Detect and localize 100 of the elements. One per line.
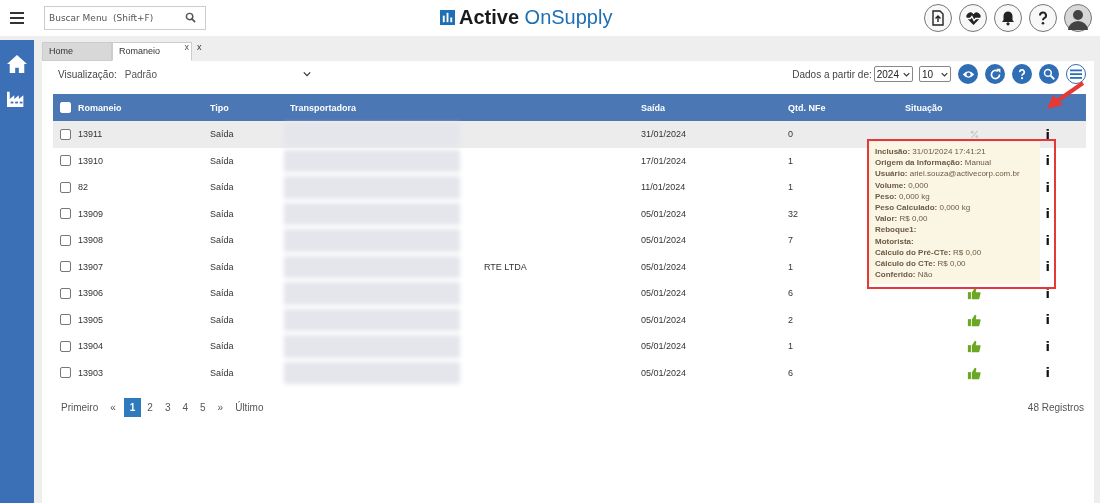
info-button[interactable]: i — [1045, 206, 1050, 222]
annotation-arrow — [1045, 81, 1085, 111]
tooltip-line: Cálculo do Pré-CTe: R$ 0,00 — [875, 246, 983, 259]
refresh-button[interactable] — [985, 64, 1005, 84]
table-cell: Saída — [210, 235, 234, 246]
table-cell: RTE LTDA — [484, 261, 527, 272]
row-checkbox[interactable] — [60, 128, 71, 140]
table-cell: 13911 — [78, 129, 103, 140]
bell-icon — [1000, 10, 1016, 26]
table-cell: 05/01/2024 — [641, 208, 687, 219]
bell-button[interactable] — [994, 4, 1022, 32]
tooltip-line: Reboque1: — [875, 224, 918, 236]
table-cell: 2 — [788, 314, 793, 325]
column-header: Tipo — [210, 102, 230, 113]
last-page-link[interactable]: Último — [235, 402, 264, 413]
table-cell: 13907 — [78, 261, 104, 272]
tooltip-line: Cálculo do CTe: R$ 0,00 — [875, 258, 967, 270]
table-cell: Saída — [210, 288, 234, 299]
info-button[interactable]: i — [1045, 312, 1050, 328]
caret-icon — [903, 71, 910, 77]
page-link[interactable]: 4 — [176, 398, 195, 417]
info-button[interactable]: i — [1045, 232, 1050, 248]
table-cell: 05/01/2024 — [641, 288, 687, 299]
table-cell: 82 — [78, 182, 88, 193]
upload-file-button[interactable] — [924, 4, 952, 32]
info-button[interactable]: i — [1045, 153, 1050, 169]
close-all-tabs-button[interactable]: x — [197, 42, 202, 52]
info-button[interactable]: i — [1045, 365, 1050, 381]
table-cell: 13904 — [78, 341, 104, 352]
home-icon[interactable] — [6, 54, 28, 74]
table-cell: Saída — [210, 314, 234, 325]
year-dropdown[interactable]: 2024 — [873, 66, 913, 82]
table-cell: Saída — [210, 341, 234, 352]
info-button[interactable]: i — [1045, 259, 1050, 275]
row-checkbox[interactable] — [60, 367, 71, 379]
help-button[interactable] — [1029, 4, 1057, 32]
file-upload-icon — [930, 10, 946, 26]
view-button[interactable] — [958, 64, 978, 84]
view-dropdown[interactable]: Padrão — [124, 68, 311, 80]
row-checkbox[interactable] — [60, 340, 71, 352]
tooltip-line: Motorista: — [875, 235, 915, 247]
tooltip-line: Origem da Informação: Manual — [875, 157, 993, 169]
table-cell: 6 — [788, 288, 793, 299]
select-all-checkbox[interactable] — [60, 102, 71, 113]
row-checkbox[interactable] — [60, 181, 71, 193]
tooltip-line: Conferido: Não — [875, 269, 934, 281]
page-link[interactable]: 3 — [158, 398, 177, 417]
table-cell: 13903 — [78, 367, 104, 378]
search-icon — [1043, 68, 1055, 80]
row-checkbox[interactable] — [60, 261, 71, 273]
table-cell: 11/01/2024 — [641, 182, 686, 193]
close-tab-button[interactable]: x — [184, 39, 189, 56]
row-checkbox[interactable] — [60, 314, 71, 326]
table-cell: Saída — [210, 155, 234, 166]
logo-text: Active OnSupply — [459, 6, 613, 29]
table-cell: Saída — [210, 129, 234, 140]
table-cell: 1 — [788, 261, 793, 272]
menu-button[interactable] — [1066, 64, 1086, 84]
row-checkbox[interactable] — [60, 234, 71, 246]
table-cell: 05/01/2024 — [641, 314, 687, 325]
page-link[interactable]: 2 — [141, 398, 159, 417]
table-cell: 7 — [788, 235, 793, 246]
user-avatar-button[interactable] — [1064, 4, 1092, 32]
table-cell: 05/01/2024 — [641, 341, 687, 352]
tab[interactable]: Romaneio x — [112, 42, 192, 61]
row-checkbox[interactable] — [60, 208, 71, 220]
page-link[interactable]: 5 — [194, 398, 212, 417]
date-from-label: Dados a partir de: — [792, 68, 872, 80]
row-checkbox[interactable] — [60, 287, 71, 299]
table-cell: 1 — [788, 155, 793, 166]
table-cell: 0 — [788, 129, 793, 140]
percent-icon — [969, 129, 979, 139]
tooltip-line: Usuário: ariel.souza@activecorp.com.br — [875, 168, 1021, 180]
page-link[interactable]: 1 — [123, 398, 142, 417]
info-button[interactable]: i — [1045, 179, 1050, 195]
row-checkbox[interactable] — [60, 155, 71, 167]
search-icon[interactable] — [185, 12, 196, 23]
page-size-dropdown[interactable]: 10 — [919, 66, 951, 82]
menu-icon[interactable] — [10, 12, 24, 24]
search-field[interactable]: Buscar Menu (Shift+F) — [44, 6, 206, 30]
record-count: 48 Registros — [1027, 402, 1084, 413]
search-button[interactable] — [1039, 64, 1059, 84]
info-button[interactable]: i — [1045, 338, 1050, 354]
table-cell: 05/01/2024 — [641, 261, 687, 272]
table-cell: 17/01/2024 — [641, 155, 687, 166]
thumbs-up-icon — [967, 365, 981, 380]
heart-pulse-button[interactable] — [959, 4, 987, 32]
next-page-link[interactable]: » — [217, 402, 224, 413]
tab[interactable]: Home — [42, 42, 112, 61]
help-icon — [1016, 68, 1028, 80]
info-button[interactable]: i — [1045, 126, 1050, 142]
tooltip-line: Inclusão: 31/01/2024 17:41:21 — [875, 146, 987, 158]
table-cell: Saída — [210, 367, 234, 378]
tooltip-line: Peso Calculado: 0,000 kg — [875, 202, 972, 214]
first-page-link[interactable]: Primeiro — [61, 402, 99, 413]
heart-pulse-icon — [964, 9, 982, 27]
previous-page-link[interactable]: « — [110, 402, 116, 413]
table-cell: 13910 — [78, 155, 104, 166]
bar-chart-icon — [440, 10, 455, 25]
table-cell: 13909 — [78, 208, 104, 219]
